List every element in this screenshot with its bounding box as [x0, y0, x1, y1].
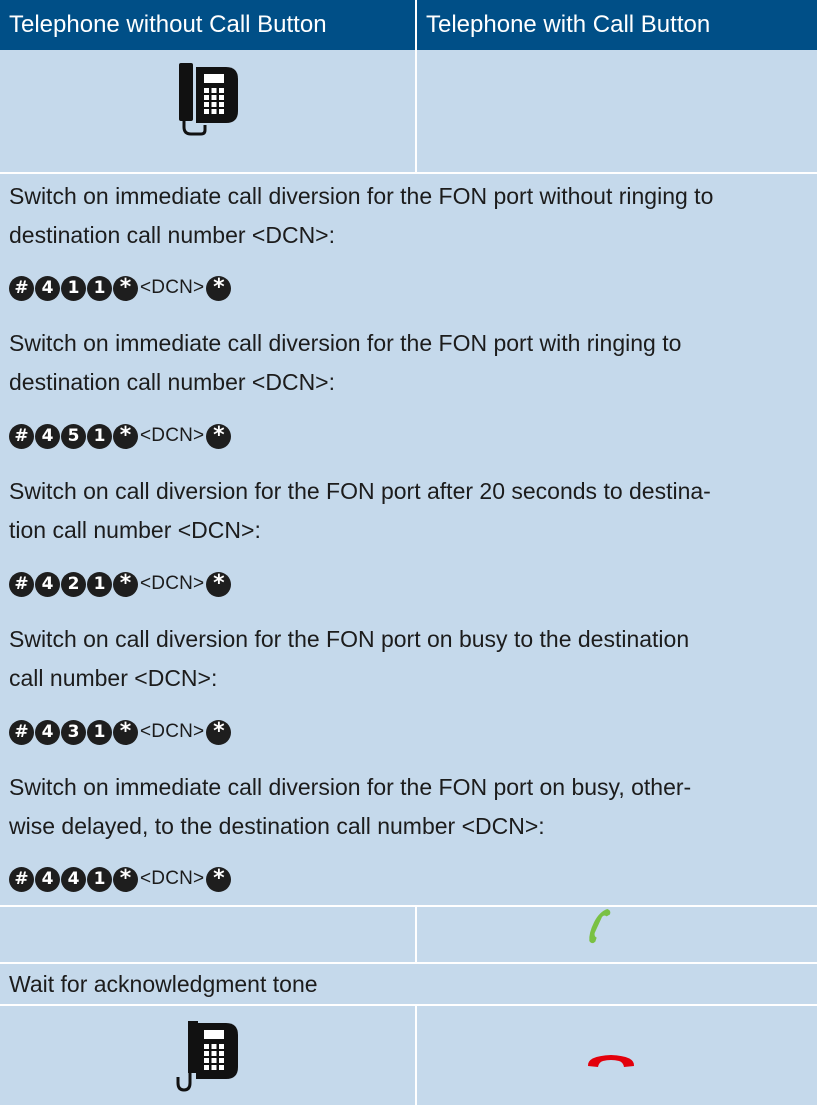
lower-rows [0, 0, 817, 1105]
